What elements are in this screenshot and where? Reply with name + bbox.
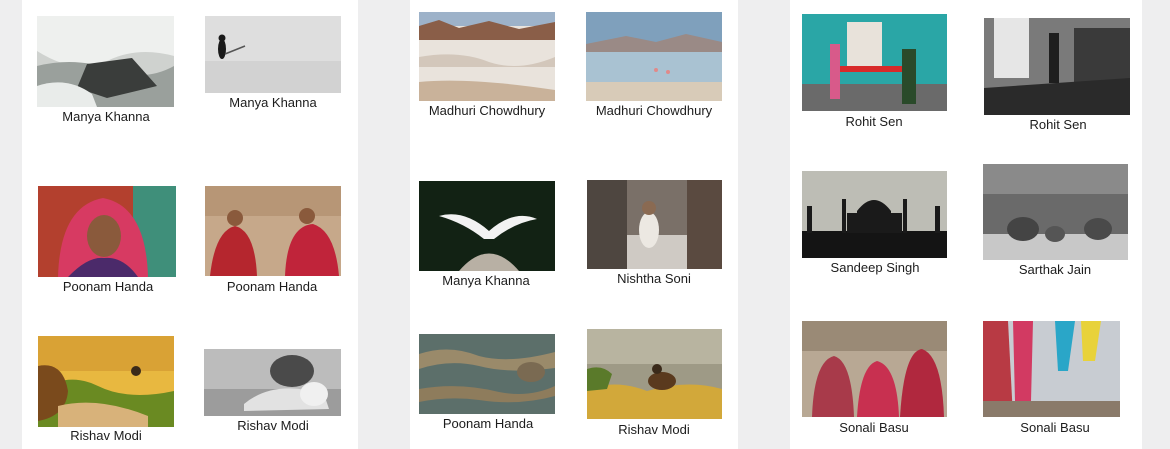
photo-lions-bw[interactable] <box>204 349 341 416</box>
photo-caption: Rishav Modi <box>618 422 690 437</box>
photo-caption: Madhuri Chowdhury <box>428 103 546 118</box>
photo-caption: Rohit Sen <box>845 114 903 129</box>
photo-waterfall[interactable] <box>37 16 174 107</box>
photo-white-bird[interactable] <box>419 181 555 271</box>
photo-sarees-ghat[interactable] <box>983 321 1120 417</box>
photo-caption: Rishav Modi <box>237 418 309 433</box>
photo-caption: Manya Khanna <box>62 109 150 124</box>
photo-salt-desert[interactable] <box>419 12 555 101</box>
photo-heron-water[interactable] <box>419 334 555 414</box>
photo-caption: Sonali Basu <box>1020 420 1090 435</box>
photo-caption: Sarthak Jain <box>1018 262 1092 277</box>
photo-lion-bird[interactable] <box>38 336 174 427</box>
photo-caption: Manya Khanna <box>229 95 317 110</box>
photo-caption: Poonam Handa <box>62 279 154 294</box>
photo-women-group[interactable] <box>802 321 947 417</box>
photo-caption: Sonali Basu <box>839 420 909 435</box>
photo-bird-grass[interactable] <box>587 329 722 419</box>
photo-caption: Rohit Sen <box>1029 117 1087 132</box>
photo-street-mural[interactable] <box>802 14 947 111</box>
photo-caption: Manya Khanna <box>442 273 530 288</box>
photo-caption: Madhuri Chowdhury <box>595 103 713 118</box>
photo-taj-silhouette[interactable] <box>802 171 947 258</box>
photo-caption: Poonam Handa <box>226 279 318 294</box>
photo-woman-portrait[interactable] <box>38 186 176 277</box>
photo-caption: Nishtha Soni <box>617 271 691 286</box>
photo-caption: Sandeep Singh <box>830 260 920 275</box>
photo-caption: Poonam Handa <box>442 416 534 431</box>
photo-room-bw[interactable] <box>984 18 1130 115</box>
photo-elephants-bw[interactable] <box>983 164 1128 260</box>
photo-penguin[interactable] <box>205 16 341 93</box>
photo-lake-flamingos[interactable] <box>586 12 722 101</box>
photo-caption: Rishav Modi <box>70 428 142 443</box>
photo-old-man-doorway[interactable] <box>587 180 722 269</box>
photo-two-women[interactable] <box>205 186 341 276</box>
